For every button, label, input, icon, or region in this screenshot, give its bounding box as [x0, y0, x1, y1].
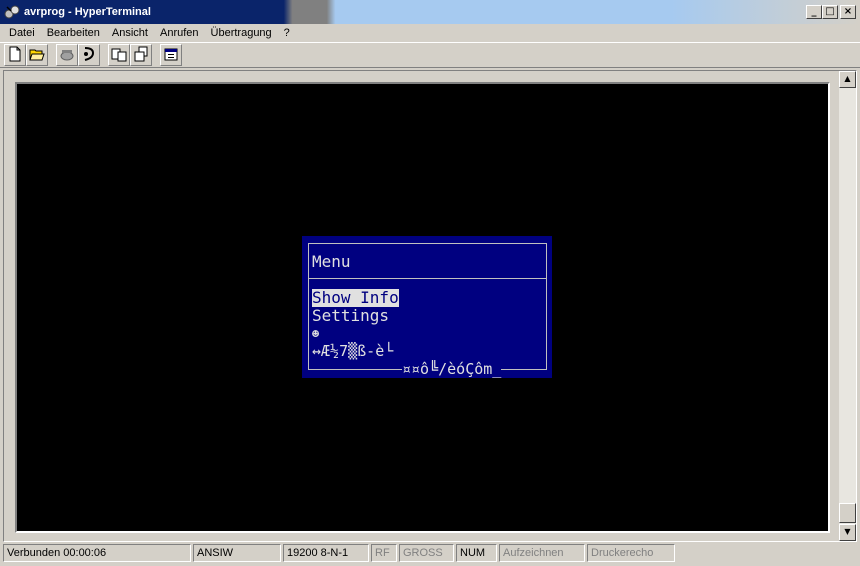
status-connection-time: Verbunden 00:00:06: [3, 544, 191, 562]
status-rf: RF: [371, 544, 397, 562]
menu-anrufen[interactable]: Anrufen: [154, 27, 205, 39]
scroll-up-button[interactable]: ▲: [839, 71, 856, 88]
open-button[interactable]: [26, 44, 48, 66]
menu-bearbeiten[interactable]: Bearbeiten: [41, 27, 106, 39]
receive-icon: [133, 46, 149, 65]
terminal-menu-box: Menu Show Info Settings ☻ ↔Æ½7▒ß-è└ ¤¤ô╚…: [302, 236, 552, 378]
terminal-frame: Menu Show Info Settings ☻ ↔Æ½7▒ß-è└ ¤¤ô╚…: [15, 82, 830, 533]
terminal-menu-title: Menu: [312, 252, 351, 271]
menu-uebertragung[interactable]: Übertragung: [205, 27, 278, 39]
status-print-echo: Druckerecho: [587, 544, 675, 562]
scroll-down-button[interactable]: ▼: [839, 524, 856, 541]
status-caps: GROSS: [399, 544, 454, 562]
receive-button[interactable]: [130, 44, 152, 66]
terminal-garbage-line-2: ↔Æ½7▒ß-è└: [312, 342, 394, 360]
connect-button[interactable]: [56, 44, 78, 66]
menu-ansicht[interactable]: Ansicht: [106, 27, 154, 39]
terminal-menu-item-show-info: Show Info: [312, 288, 399, 307]
menu-help[interactable]: ?: [278, 27, 296, 39]
title-bar: avrprog - HyperTerminal _ □ ×: [0, 0, 860, 24]
new-connection-button[interactable]: [4, 44, 26, 66]
connect-phone-icon: [59, 46, 75, 65]
maximize-button[interactable]: □: [822, 5, 838, 19]
status-num: NUM: [456, 544, 497, 562]
status-emulation: ANSIW: [193, 544, 281, 562]
open-icon: [29, 46, 45, 65]
close-button[interactable]: ×: [840, 5, 856, 19]
scroll-thumb[interactable]: [839, 503, 856, 523]
new-connection-icon: [7, 46, 23, 65]
send-icon: [111, 46, 127, 65]
terminal-menu-item-settings: Settings: [312, 306, 390, 325]
window-title: avrprog - HyperTerminal: [24, 6, 151, 18]
status-bar: Verbunden 00:00:06 ANSIW 19200 8-N-1 RF …: [0, 543, 860, 563]
menu-bar: Datei Bearbeiten Ansicht Anrufen Übertra…: [0, 24, 860, 42]
client-area: Menu Show Info Settings ☻ ↔Æ½7▒ß-è└ ¤¤ô╚…: [3, 70, 857, 542]
status-port-settings: 19200 8-N-1: [283, 544, 369, 562]
vertical-scrollbar[interactable]: ▲ ▼: [839, 71, 856, 541]
disconnect-icon: [81, 46, 97, 65]
properties-button[interactable]: [160, 44, 182, 66]
toolbar: [0, 42, 860, 68]
send-button[interactable]: [108, 44, 130, 66]
menu-datei[interactable]: Datei: [3, 27, 41, 39]
minimize-button[interactable]: _: [806, 5, 822, 19]
properties-icon: [163, 46, 179, 65]
status-capture: Aufzeichnen: [499, 544, 585, 562]
disconnect-button[interactable]: [78, 44, 100, 66]
terminal-screen[interactable]: Menu Show Info Settings ☻ ↔Æ½7▒ß-è└ ¤¤ô╚…: [17, 84, 828, 531]
menu-box-divider: [308, 278, 547, 279]
hyperterminal-app-icon[interactable]: [4, 4, 20, 20]
terminal-garbage-line-1: ☻: [312, 327, 320, 341]
terminal-garbage-line-3: ¤¤ô╚/èóÇôm_: [402, 360, 502, 378]
